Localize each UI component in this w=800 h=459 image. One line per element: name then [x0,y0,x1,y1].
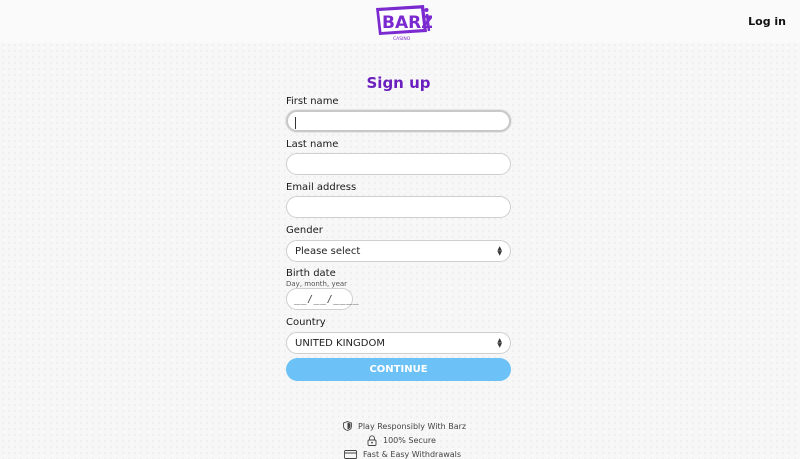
page-title: Sign up [366,74,431,92]
select-arrows-icon: ▲ ▼ [497,337,502,349]
last-name-input[interactable] [286,153,511,175]
barz-casino-logo[interactable]: BARZ CASINO [374,4,432,42]
country-label: Country [286,317,326,328]
email-label: Email address [286,182,357,193]
email-input[interactable] [286,196,511,218]
birth-date-label: Birth date [286,268,336,279]
first-name-label: First name [286,96,339,107]
footer-withdrawals-text: Fast & Easy Withdrawals [363,450,462,459]
country-select[interactable]: UNITED KINGDOM ▲ ▼ [286,332,511,354]
footer-responsible[interactable]: Play Responsibly With Barz [343,421,466,431]
country-selected-value: UNITED KINGDOM [295,337,385,349]
footer-responsible-text: Play Responsibly With Barz [358,421,467,431]
select-arrows-icon: ▲ ▼ [497,245,502,257]
site-header: BARZ CASINO Log in [0,0,800,43]
birth-date-input[interactable]: __/__/____ [286,288,359,310]
continue-button[interactable]: CONTINUE [286,358,511,381]
lock-icon [367,435,377,446]
footer-withdrawals: Fast & Easy Withdrawals [344,450,461,459]
last-name-label: Last name [286,139,339,150]
svg-text:BARZ: BARZ [382,13,432,33]
login-link[interactable]: Log in [748,15,786,28]
birth-date-hint: Day, month, year [286,280,348,288]
shield-icon [343,421,352,431]
footer-secure: 100% Secure [367,435,436,446]
footer-secure-text: 100% Secure [383,436,436,445]
text-cursor [295,117,296,129]
svg-text:CASINO: CASINO [393,36,411,42]
gender-select[interactable]: Please select ▲ ▼ [286,240,511,262]
gender-selected-value: Please select [295,245,361,257]
birth-date-placeholder: __/__/____ [294,293,360,305]
card-icon [344,450,357,459]
first-name-input[interactable] [286,110,511,132]
gender-label: Gender [286,225,323,236]
